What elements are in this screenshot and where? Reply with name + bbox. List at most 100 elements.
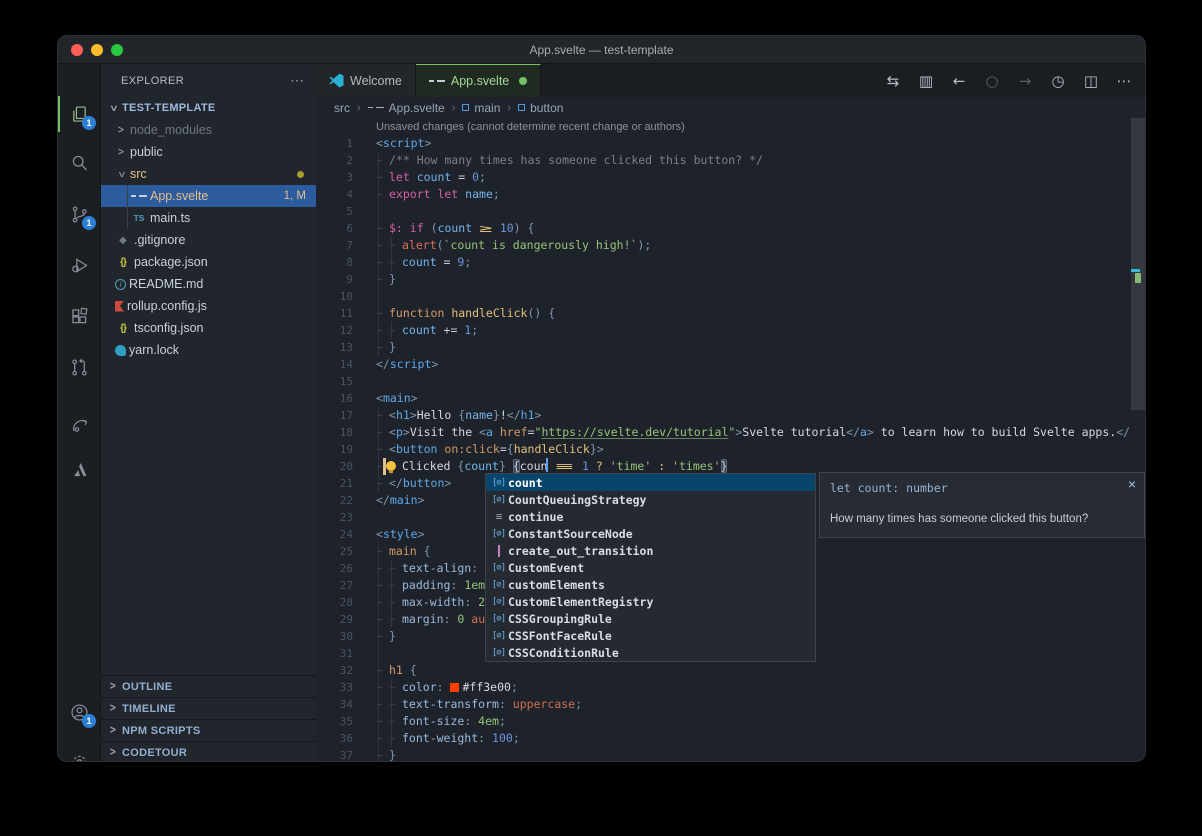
search-icon[interactable]	[58, 143, 101, 183]
code-line-6[interactable]: 6→$: if (count ≥ 10) {	[316, 220, 1145, 237]
file-item-main.ts[interactable]: TSmain.ts	[101, 207, 316, 229]
tab-app-svelte[interactable]: App.svelte	[416, 64, 541, 97]
file-item-tsconfig.json[interactable]: {}tsconfig.json	[101, 317, 316, 339]
code-line-17[interactable]: 17→<h1>Hello {name}!</h1>	[316, 407, 1145, 424]
file-item-.gitignore[interactable]: ◆.gitignore	[101, 229, 316, 251]
code-editor[interactable]: Unsaved changes (cannot determine recent…	[316, 118, 1145, 761]
suggest-item-create_out_transition[interactable]: create_out_transition	[486, 542, 815, 559]
settings-gear-icon[interactable]	[58, 742, 101, 762]
title-bar[interactable]: App.svelte — test-template	[58, 36, 1145, 64]
breadcrumb-button[interactable]: button	[518, 101, 563, 115]
accounts-icon[interactable]: 1	[58, 692, 101, 732]
source-control-icon[interactable]: 1	[58, 194, 101, 234]
code-line-14[interactable]: 14</script>	[316, 356, 1145, 373]
tab-whitespace-icon: →	[389, 611, 395, 628]
suggest-item-CustomEvent[interactable]: [⊘]CustomEvent	[486, 559, 815, 576]
line-number: 1	[316, 135, 353, 152]
code-line-33[interactable]: 33→→color: #ff3e00;	[316, 679, 1145, 696]
tab-whitespace-icon: →	[376, 237, 382, 254]
github-pull-requests-icon[interactable]	[58, 347, 101, 387]
breadcrumb-main[interactable]: main	[462, 101, 500, 115]
lightbulb-icon[interactable]	[386, 461, 396, 471]
suggest-item-continue[interactable]: ≡continue	[486, 508, 815, 525]
explorer-badge: 1	[82, 116, 96, 130]
file-item-yarn.lock[interactable]: yarn.lock	[101, 339, 316, 361]
more-actions-icon[interactable]: ⋯	[1113, 72, 1135, 90]
code-line-16[interactable]: 16<main>	[316, 390, 1145, 407]
timer-icon[interactable]: ◷	[1047, 72, 1069, 90]
section-npm-scripts[interactable]: >NPM SCRIPTS	[101, 719, 316, 741]
extensions-icon[interactable]	[58, 296, 101, 336]
source-control-changes-icon[interactable]: ⇆	[882, 72, 904, 90]
suggest-item-CSSFontFaceRule[interactable]: [⊘]CSSFontFaceRule	[486, 627, 815, 644]
code-line-11[interactable]: 11→function handleClick() {	[316, 305, 1145, 322]
code-line-9[interactable]: 9→}	[316, 271, 1145, 288]
next-change-icon[interactable]: →	[1014, 72, 1036, 90]
ts-icon: TS	[131, 213, 147, 223]
section-timeline[interactable]: >TIMELINE	[101, 697, 316, 719]
code-line-4[interactable]: 4→export let name;	[316, 186, 1145, 203]
suggest-item-CustomElementRegistry[interactable]: [⊘]CustomElementRegistry	[486, 593, 815, 610]
code-text: </button>	[389, 475, 451, 492]
code-line-1[interactable]: 1<script>	[316, 135, 1145, 152]
file-item-src[interactable]: >src	[101, 163, 316, 185]
file-item-node_modules[interactable]: >node_modules	[101, 119, 316, 141]
code-line-13[interactable]: 13→}	[316, 339, 1145, 356]
suggest-item-ConstantSourceNode[interactable]: [⊘]ConstantSourceNode	[486, 525, 815, 542]
current-change-icon[interactable]: ○	[981, 72, 1003, 90]
breadcrumb-App.svelte[interactable]: App.svelte	[368, 101, 445, 115]
code-line-12[interactable]: 12→→count += 1;	[316, 322, 1145, 339]
code-text: count = 9;	[402, 254, 471, 271]
suggest-label: create_out_transition	[508, 544, 653, 558]
modified-dot-icon[interactable]	[519, 77, 527, 85]
tree-root-test-template[interactable]: >TEST-TEMPLATE	[101, 97, 316, 119]
tab-whitespace-icon: →	[389, 577, 395, 594]
scrollbar-thumb[interactable]	[1131, 118, 1145, 410]
tab-welcome[interactable]: Welcome	[316, 64, 416, 97]
previous-change-icon[interactable]: ←	[948, 72, 970, 90]
braces-icon: {}	[115, 257, 131, 268]
code-line-7[interactable]: 7→→alert(`count is dangerously high!`);	[316, 237, 1145, 254]
code-line-37[interactable]: 37→}	[316, 747, 1145, 761]
file-item-public[interactable]: >public	[101, 141, 316, 163]
file-item-package.json[interactable]: {}package.json	[101, 251, 316, 273]
more-actions-icon[interactable]: ⋯	[290, 72, 304, 89]
code-line-36[interactable]: 36→→font-weight: 100;	[316, 730, 1145, 747]
code-line-10[interactable]: 10	[316, 288, 1145, 305]
azure-icon[interactable]	[58, 449, 101, 489]
live-share-icon[interactable]	[58, 405, 101, 445]
file-item-App.svelte[interactable]: App.svelte1, M	[101, 185, 316, 207]
code-line-19[interactable]: 19→<button on:click={handleClick}>	[316, 441, 1145, 458]
symbol-cube-icon	[462, 104, 469, 111]
code-line-5[interactable]: 5	[316, 203, 1145, 220]
suggest-item-CountQueuingStrategy[interactable]: [⊘]CountQueuingStrategy	[486, 491, 815, 508]
suggest-item-count[interactable]: [⊘]count	[486, 474, 815, 491]
section-codetour[interactable]: >CODETOUR	[101, 741, 316, 762]
open-preview-icon[interactable]: ▥	[915, 72, 937, 90]
suggest-item-customElements[interactable]: [⊘]customElements	[486, 576, 815, 593]
code-line-34[interactable]: 34→→text-transform: uppercase;	[316, 696, 1145, 713]
file-item-README.md[interactable]: iREADME.md	[101, 273, 316, 295]
scrollbar[interactable]	[1131, 118, 1145, 761]
code-line-2[interactable]: 2→/** How many times has someone clicked…	[316, 152, 1145, 169]
code-line-32[interactable]: 32→h1 {	[316, 662, 1145, 679]
run-and-debug-icon[interactable]	[58, 245, 101, 285]
code-line-35[interactable]: 35→→font-size: 4em;	[316, 713, 1145, 730]
blame-annotation[interactable]: Unsaved changes (cannot determine recent…	[376, 121, 685, 133]
explorer-icon[interactable]: 1	[58, 94, 101, 134]
git-icon: ◆	[115, 235, 131, 246]
close-icon[interactable]: ×	[1128, 476, 1136, 492]
split-editor-icon[interactable]: ◫	[1080, 72, 1102, 90]
suggest-item-CSSConditionRule[interactable]: [⊘]CSSConditionRule	[486, 644, 815, 661]
breadcrumb-src[interactable]: src	[334, 101, 350, 115]
code-line-8[interactable]: 8→→count = 9;	[316, 254, 1145, 271]
code-line-15[interactable]: 15	[316, 373, 1145, 390]
line-number: 21	[316, 475, 353, 492]
code-line-3[interactable]: 3→let count = 0;	[316, 169, 1145, 186]
file-item-rollup.config.js[interactable]: rollup.config.js	[101, 295, 316, 317]
code-line-18[interactable]: 18→<p>Visit the <a href="https://svelte.…	[316, 424, 1145, 441]
suggest-item-CSSGroupingRule[interactable]: [⊘]CSSGroupingRule	[486, 610, 815, 627]
tree-indent-guide	[127, 185, 128, 207]
section-outline[interactable]: >OUTLINE	[101, 675, 316, 697]
accounts-badge: 1	[82, 714, 96, 728]
